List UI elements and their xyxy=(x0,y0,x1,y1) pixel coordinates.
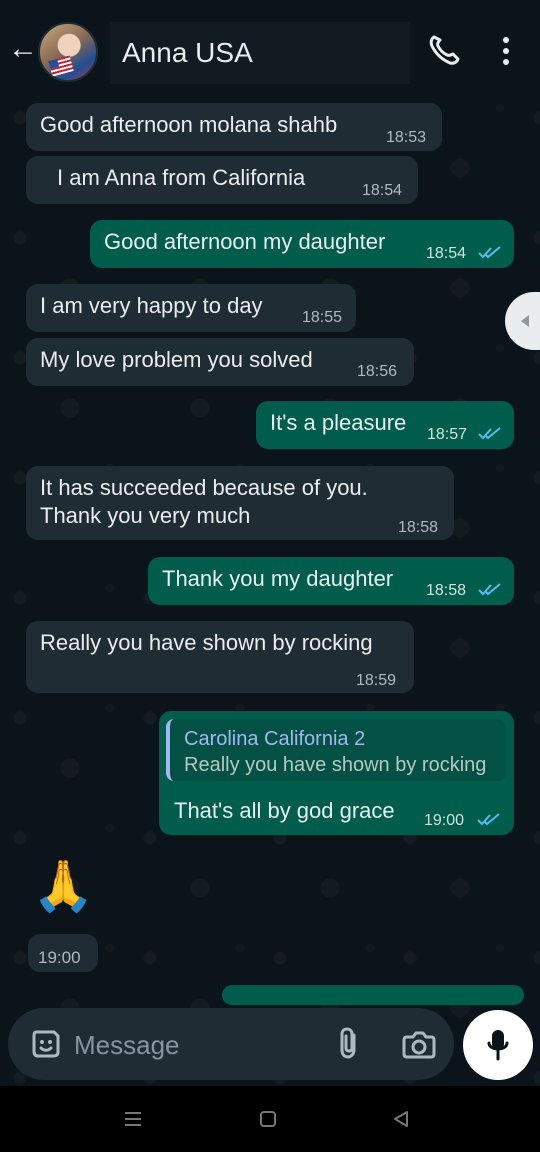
message-composer[interactable] xyxy=(8,1008,454,1080)
camera-icon[interactable] xyxy=(402,1028,436,1060)
message-text: That's all by god grace xyxy=(174,798,395,823)
message-text: I am very happy to day xyxy=(40,293,263,318)
message-text: Thank you my daughter xyxy=(162,566,394,591)
message-bubble-incoming[interactable]: Really you have shown by rocking 18:59 xyxy=(26,621,414,693)
partial-message-bubble[interactable] xyxy=(222,985,524,1005)
emoji-time-bubble: 19:00 xyxy=(28,934,98,972)
message-time: 18:57 xyxy=(427,426,468,443)
sticker-icon[interactable] xyxy=(30,1028,62,1060)
message-bubble-outgoing[interactable]: Thank you my daughter 18:58 xyxy=(148,557,514,605)
message-text: It's a pleasure xyxy=(270,410,407,435)
message-text: My love problem you solved xyxy=(40,347,313,372)
message-text: Really you have shown by rocking xyxy=(40,630,373,655)
quoted-text: Really you have shown by rocking xyxy=(184,754,487,776)
message-text-line: It has succeeded because of you. xyxy=(40,475,368,500)
message-bubble-outgoing[interactable]: Carolina California 2 Really you have sh… xyxy=(159,711,514,835)
message-time: 18:53 xyxy=(386,129,427,146)
message-bubble-incoming[interactable]: It has succeeded because of you. Thank y… xyxy=(26,466,454,540)
message-bubble-outgoing[interactable]: It's a pleasure 18:57 xyxy=(256,401,514,449)
microphone-button[interactable] xyxy=(463,1010,533,1080)
message-bubble-incoming[interactable]: I am very happy to day 18:55 xyxy=(26,284,356,332)
message-text-line: Thank you very much xyxy=(40,503,251,528)
message-time: 18:54 xyxy=(426,245,467,262)
message-time: 19:00 xyxy=(38,948,81,967)
chevron-left-icon xyxy=(521,315,529,327)
contact-name[interactable]: Anna USA xyxy=(122,36,253,70)
message-time: 18:54 xyxy=(362,182,403,199)
message-bubble-outgoing[interactable]: Good afternoon my daughter 18:54 xyxy=(90,220,514,268)
flag-icon xyxy=(48,55,74,77)
vertical-dots-icon[interactable] xyxy=(492,36,520,66)
read-ticks-icon xyxy=(477,813,500,826)
message-bubble-incoming[interactable]: My love problem you solved 18:56 xyxy=(26,338,414,386)
message-time: 18:59 xyxy=(356,672,397,689)
read-ticks-icon xyxy=(478,583,501,596)
back-icon[interactable] xyxy=(392,1110,410,1128)
quoted-message[interactable]: Carolina California 2 Really you have sh… xyxy=(166,719,506,781)
read-ticks-icon xyxy=(478,246,501,259)
message-time: 18:58 xyxy=(398,519,439,536)
recent-apps-icon[interactable] xyxy=(123,1110,143,1128)
message-input[interactable] xyxy=(72,1026,316,1064)
phone-icon[interactable] xyxy=(426,32,462,68)
read-ticks-icon xyxy=(478,427,501,440)
message-bubble-incoming[interactable]: Good afternoon molana shahb 18:53 xyxy=(26,103,442,151)
quoted-sender: Carolina California 2 xyxy=(184,728,366,750)
message-time: 18:56 xyxy=(357,363,398,380)
message-text: I am Anna from California xyxy=(57,165,306,190)
avatar[interactable] xyxy=(38,22,98,82)
message-text: Good afternoon molana shahb xyxy=(40,112,338,137)
praying-hands-emoji[interactable]: 🙏 xyxy=(32,856,94,916)
chat-header: ← Anna USA xyxy=(0,0,540,100)
message-time: 18:58 xyxy=(426,582,467,599)
microphone-icon xyxy=(487,1030,509,1061)
message-time: 19:00 xyxy=(424,812,465,829)
message-text: Good afternoon my daughter xyxy=(104,229,386,254)
home-icon[interactable] xyxy=(259,1110,277,1128)
message-time: 18:55 xyxy=(302,309,343,326)
message-bubble-incoming[interactable]: I am Anna from California 18:54 xyxy=(26,156,418,204)
paperclip-icon[interactable] xyxy=(334,1026,364,1060)
arrow-left-icon[interactable]: ← xyxy=(8,32,38,66)
